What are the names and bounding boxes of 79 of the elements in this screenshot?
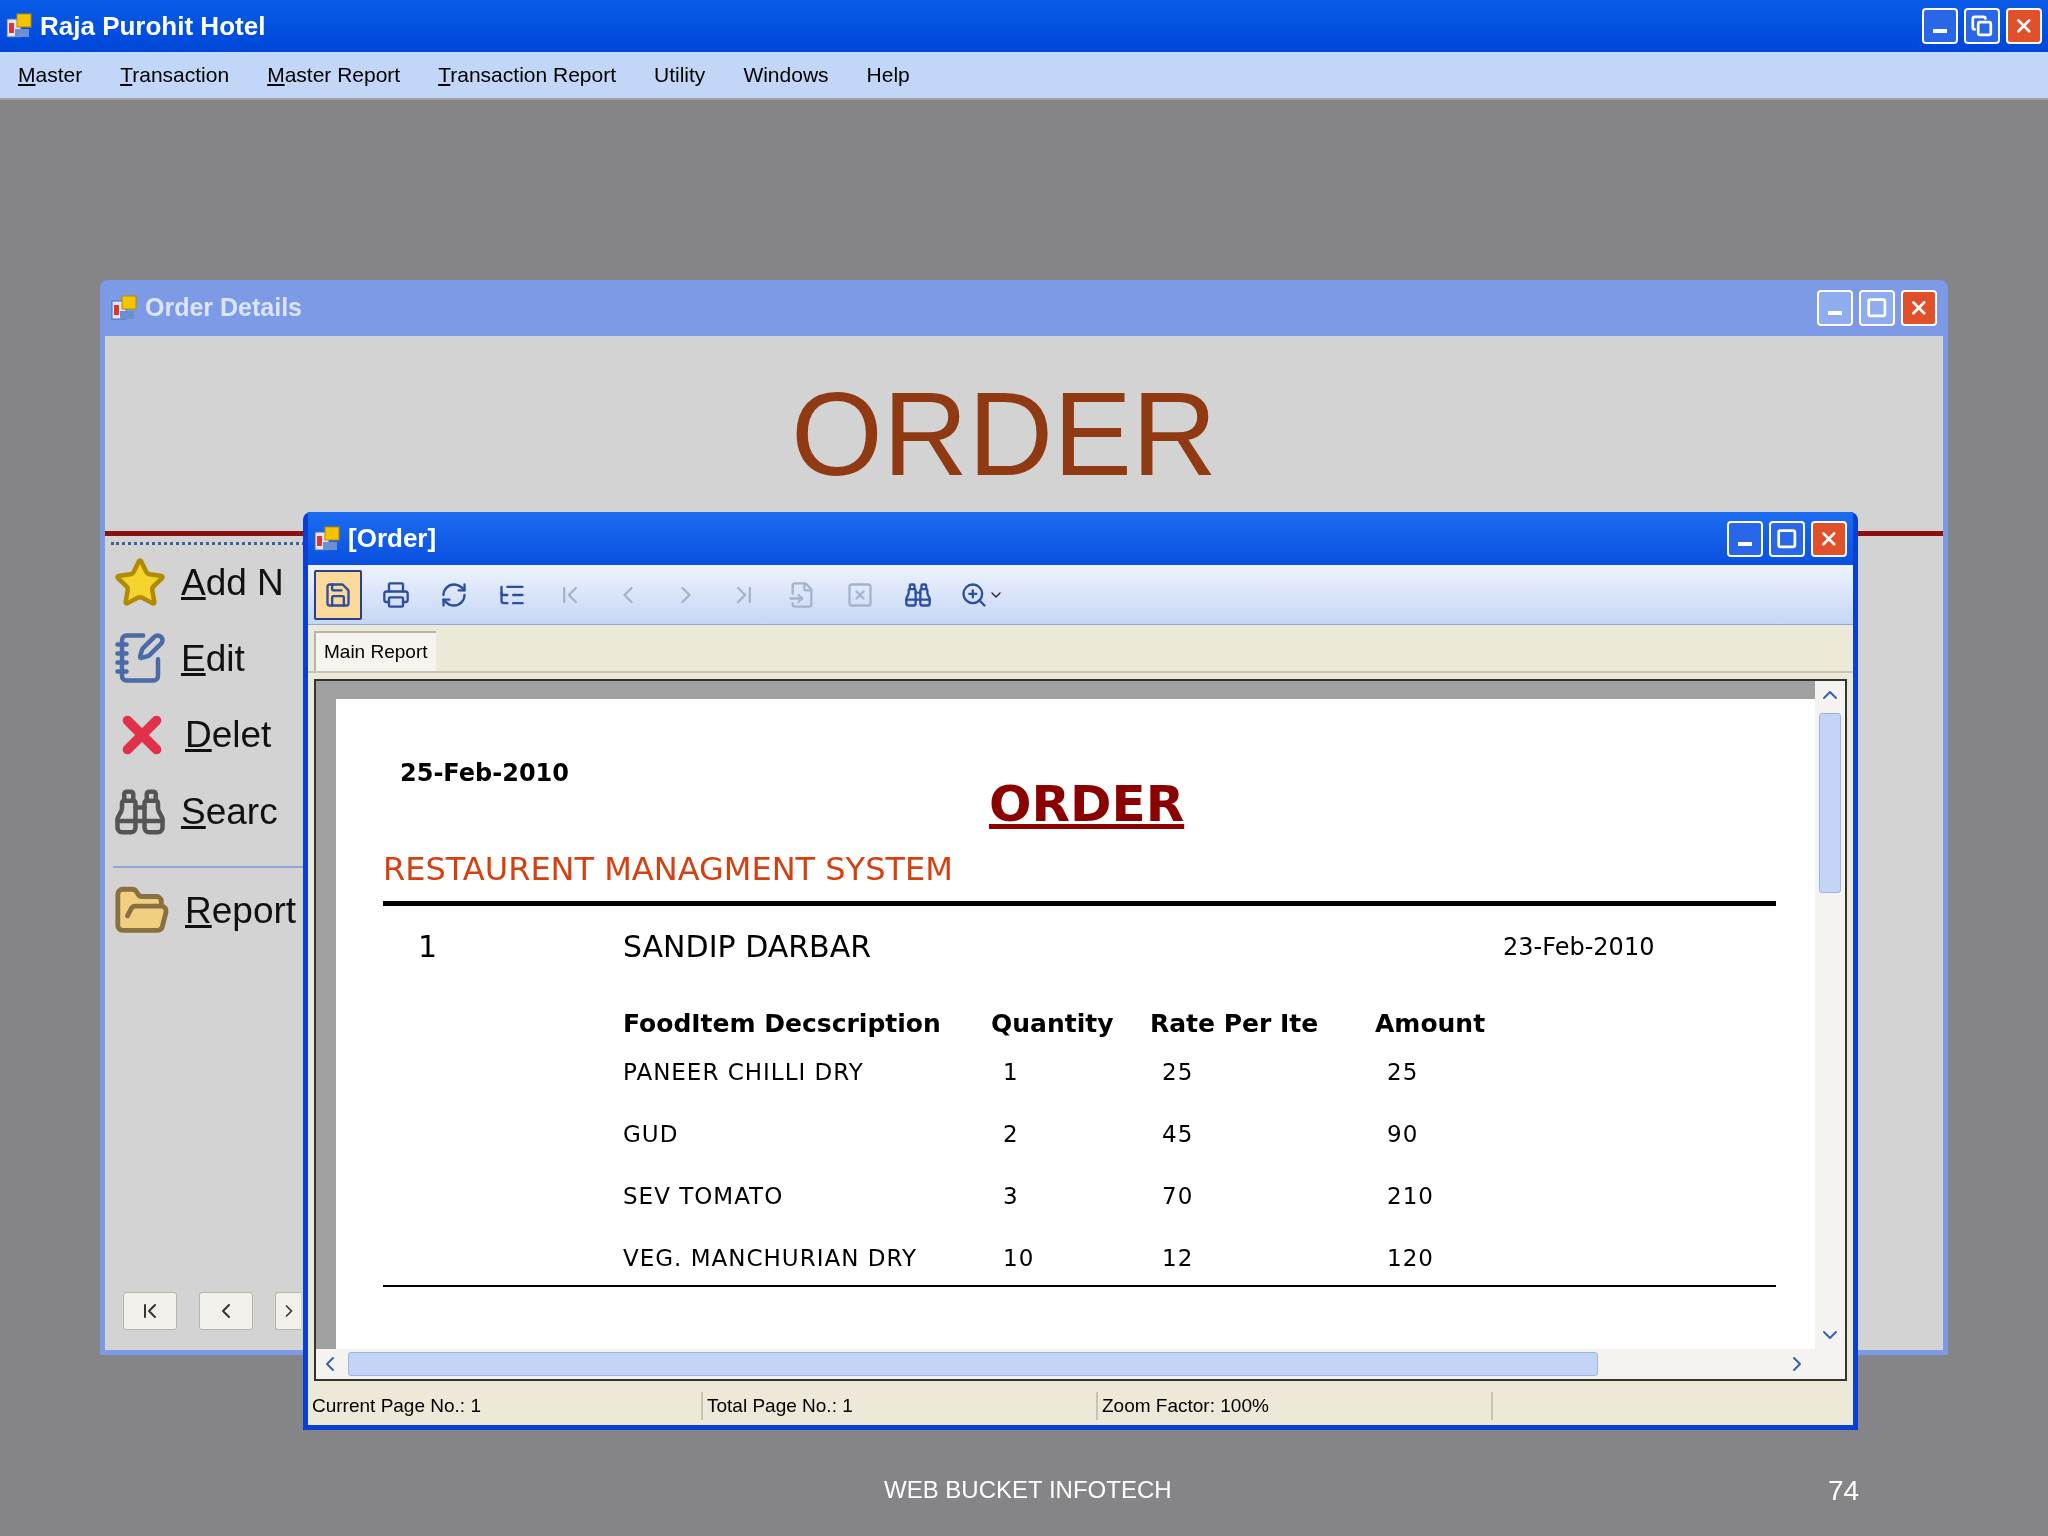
stop-icon xyxy=(846,580,874,609)
print-date: 25-Feb-2010 xyxy=(400,758,569,789)
column-header: Quantity xyxy=(991,1008,1115,1040)
report-subtitle: RESTAURENT MANAGMENT SYSTEM xyxy=(383,849,953,890)
table-cell-text: SEV TOMATO xyxy=(623,1182,785,1211)
printer-icon xyxy=(382,580,410,609)
menu-item[interactable]: Windows xyxy=(743,59,829,91)
menu-item[interactable]: Master xyxy=(18,59,83,91)
binoculars-icon xyxy=(904,580,932,609)
app-icon xyxy=(314,525,340,552)
minimize-button[interactable] xyxy=(1922,8,1958,44)
table-cell-text: 90 xyxy=(1386,1120,1420,1149)
minimize-button[interactable] xyxy=(1817,290,1853,326)
page-number: 74 xyxy=(1828,1474,1860,1508)
table-cell-text: GUD xyxy=(623,1120,680,1149)
refresh-icon xyxy=(440,580,468,609)
scroll-thumb[interactable] xyxy=(1819,713,1841,893)
table-cell-text: 1 xyxy=(1002,1058,1020,1087)
column-header: Rate Per Ite xyxy=(1150,1008,1320,1040)
menu-item[interactable]: Master Report xyxy=(267,59,401,91)
table-cell-text: 210 xyxy=(1386,1182,1435,1211)
status-pane: Current Page No.: 1 xyxy=(308,1391,703,1421)
zoom-icon xyxy=(960,580,988,609)
order-number: 1 xyxy=(418,928,439,966)
menu-item[interactable]: Transaction xyxy=(120,59,230,91)
close-button[interactable] xyxy=(1811,520,1847,557)
minimize-icon xyxy=(1738,541,1752,546)
window-title: Order Details xyxy=(145,292,302,324)
app-icon xyxy=(6,13,32,39)
nav-button[interactable] xyxy=(123,1292,177,1330)
table-cell-text: 25 xyxy=(1386,1058,1420,1087)
vertical-scrollbar[interactable] xyxy=(1815,681,1845,1349)
nav-button[interactable] xyxy=(275,1292,301,1330)
maximize-button[interactable] xyxy=(1769,520,1805,557)
table-cell-text: VEG. MANCHURIAN DRY xyxy=(623,1244,918,1273)
minimize-icon xyxy=(1933,29,1947,33)
maximize-icon xyxy=(1866,297,1888,319)
status-pane: Total Page No.: 1 xyxy=(703,1391,1098,1421)
form-heading: ORDER xyxy=(790,374,1218,493)
window-title: Raja Purohit Hotel xyxy=(40,9,266,43)
table-cell-text: 120 xyxy=(1386,1244,1435,1273)
table-cell-text: 45 xyxy=(1161,1120,1195,1149)
table-cell-text: PANEER CHILLI DRY xyxy=(623,1058,865,1087)
minimize-button[interactable] xyxy=(1727,520,1763,557)
close-button[interactable] xyxy=(1901,290,1937,326)
status-pane: Zoom Factor: 100% xyxy=(1098,1391,1493,1421)
notepad-icon xyxy=(113,631,167,686)
footer-text: WEB BUCKET INFOTECH xyxy=(884,1475,1172,1505)
action-link[interactable]: Report xyxy=(185,882,297,939)
table-cell-text: 12 xyxy=(1161,1244,1195,1273)
scroll-thumb[interactable] xyxy=(348,1352,1598,1376)
customer-name: SANDIP DARBAR xyxy=(623,928,873,966)
window-title: [Order] xyxy=(348,522,437,555)
restore-button[interactable] xyxy=(1964,8,2000,44)
minimize-icon xyxy=(1828,311,1842,315)
table-cell-text: 10 xyxy=(1002,1244,1036,1273)
action-link[interactable]: Delet xyxy=(185,707,272,763)
action-link[interactable]: Add N xyxy=(181,555,284,611)
table-cell-text: 70 xyxy=(1161,1182,1195,1211)
table-cell-text: 25 xyxy=(1161,1058,1195,1087)
action-link[interactable]: Searc xyxy=(181,784,278,840)
horizontal-scrollbar[interactable] xyxy=(316,1349,1845,1379)
menu-item[interactable]: Transaction Report xyxy=(438,59,617,91)
column-header: FoodItem Decscription xyxy=(623,1008,942,1040)
menu-item[interactable]: Help xyxy=(866,59,910,91)
action-link[interactable]: Edit xyxy=(181,630,245,686)
report-title: ORDER xyxy=(989,779,1185,829)
order-date: 23-Feb-2010 xyxy=(1503,931,1655,963)
toolbar-button[interactable] xyxy=(314,569,362,620)
app-icon xyxy=(111,295,137,321)
table-cell-text: 2 xyxy=(1002,1120,1020,1149)
menu-item[interactable]: Utility xyxy=(654,59,706,91)
column-header: Amount xyxy=(1375,1008,1487,1040)
maximize-button[interactable] xyxy=(1859,290,1895,326)
restore-icon xyxy=(1971,15,1993,37)
report-tab[interactable]: Main Report xyxy=(314,631,436,671)
maximize-icon xyxy=(1776,527,1798,550)
close-button[interactable] xyxy=(2006,8,2042,44)
table-cell-text: 3 xyxy=(1002,1182,1020,1211)
